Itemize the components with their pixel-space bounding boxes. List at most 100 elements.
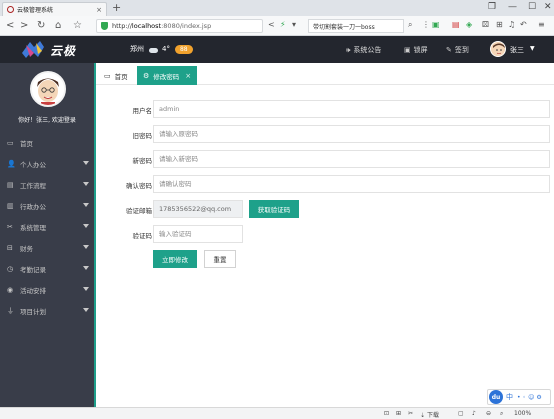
lightning-icon[interactable]: ⚡	[280, 20, 286, 29]
tile-icon[interactable]: ⊞	[396, 410, 401, 417]
zoom-out-icon[interactable]: ⊖	[486, 410, 491, 417]
chevron-down-icon	[83, 203, 89, 207]
weather-temperature: 4°	[162, 45, 170, 53]
avatar-face-icon	[32, 73, 64, 105]
announcement-link[interactable]: 🕪 系统公告	[346, 45, 381, 55]
home-icon: ▭	[104, 71, 111, 80]
url-field[interactable]: http://localhost:8080/index.jsp	[96, 19, 263, 33]
extension-red-icon[interactable]: ▤	[452, 20, 460, 29]
clock-icon: ◷	[7, 264, 14, 273]
browser-tab[interactable]: 云极管理系统 ×	[2, 2, 107, 16]
sidebar-item-project-plan[interactable]: ⏚ 项目计划	[0, 300, 94, 321]
old-password-input[interactable]	[153, 125, 550, 143]
confirm-password-input[interactable]	[153, 175, 550, 193]
avatar[interactable]	[490, 41, 506, 57]
sidebar-item-label: 首页	[20, 139, 33, 148]
ime-toolbar[interactable]: du 中 •◦☺⚙	[487, 389, 551, 405]
bookmark-star-icon[interactable]: ☆	[73, 20, 82, 31]
extension-game-icon[interactable]: ⚄	[482, 20, 489, 29]
tab-change-password[interactable]: ⚙ 修改密码 ×	[137, 66, 198, 85]
old-password-label: 旧密码	[132, 132, 153, 140]
url-path: :8080/index.jsp	[161, 22, 212, 30]
sound-icon[interactable]: ♪	[472, 410, 476, 417]
code-input[interactable]	[153, 225, 243, 243]
page-icon[interactable]: ▢	[458, 410, 464, 417]
checkin-link[interactable]: ✎ 签到	[446, 45, 469, 55]
sidebar-item-attendance[interactable]: ◷ 考勤记录	[0, 258, 94, 279]
chevron-down-icon[interactable]: ▼	[530, 45, 535, 52]
download-label: 下载	[426, 412, 439, 419]
sidebar-item-finance[interactable]: ⊟ 财务	[0, 237, 94, 258]
logo-icon	[22, 41, 44, 58]
sidebar-item-activities[interactable]: ◉ 活动安排	[0, 279, 94, 300]
zoom-in-icon[interactable]: ⌕	[500, 410, 503, 418]
header-username[interactable]: 张三	[510, 45, 524, 55]
home-browser-icon[interactable]: ⌂	[55, 20, 61, 31]
site-favicon-icon	[7, 6, 14, 13]
restore-window-icon[interactable]: ❐	[488, 2, 496, 12]
close-icon[interactable]: ×	[185, 72, 191, 80]
sidebar-item-label: 财务	[20, 244, 33, 253]
sidebar-item-label: 活动安排	[20, 286, 46, 295]
search-icon[interactable]: ⌕	[408, 20, 412, 30]
tab-home[interactable]: ▭ 首页	[98, 66, 134, 85]
lock-screen-link[interactable]: ▣ 锁屏	[404, 45, 428, 55]
main-content: ▭ 首页 ⚙ 修改密码 × 用户名 旧密码 新密码 确认密码 验证邮箱 获取验证…	[94, 63, 554, 407]
username-input[interactable]	[153, 100, 550, 118]
browser-menu-icon[interactable]: ≡	[538, 20, 545, 29]
reload-icon[interactable]: ↻	[37, 20, 45, 31]
close-window-icon[interactable]: ✕	[544, 2, 552, 12]
search-hint: 带切割套装一刀一boss	[313, 23, 375, 31]
reset-button[interactable]: 重置	[204, 250, 236, 268]
sidebar-item-system-management[interactable]: ✂ 系统管理	[0, 216, 94, 237]
menu-dots-icon[interactable]: ⋮	[422, 20, 430, 29]
undo-icon[interactable]: ↶	[520, 20, 527, 29]
url-prefix: http://	[112, 22, 132, 30]
aqi-badge: 88	[174, 44, 193, 54]
sidebar-item-admin-office[interactable]: ▥ 行政办公	[0, 195, 94, 216]
edit-icon: ✎	[446, 46, 452, 54]
sidebar-item-workflow[interactable]: ▤ 工作流程	[0, 174, 94, 195]
monitor-icon: ▭	[7, 138, 14, 147]
sidebar-item-personal-office[interactable]: 👤 个人办公	[0, 153, 94, 174]
share-icon[interactable]: <	[268, 20, 275, 29]
avatar-face-icon	[491, 42, 505, 56]
lock-icon: ▣	[404, 46, 411, 54]
finance-icon: ⊟	[7, 243, 13, 252]
sidebar-item-home[interactable]: ▭ 首页	[0, 132, 94, 153]
minimize-window-icon[interactable]: —	[508, 2, 517, 12]
submit-button[interactable]: 立即修改	[153, 250, 197, 268]
get-code-button[interactable]: 获取验证码	[249, 200, 299, 218]
zoom-level[interactable]: 100%	[514, 410, 531, 417]
sidebar-greeting: 你好！张三, 欢迎登录	[18, 117, 76, 124]
sidebar-avatar	[30, 71, 66, 107]
extension-shield-icon[interactable]: ◈	[466, 20, 472, 29]
back-icon[interactable]: <	[6, 20, 14, 31]
confirm-password-label: 确认密码	[126, 182, 152, 190]
forward-icon[interactable]: >	[20, 20, 28, 31]
sidebar-item-label: 系统管理	[20, 223, 46, 232]
download-link[interactable]: ⇣ 下载	[420, 410, 439, 419]
form-row-code: 验证码	[96, 225, 554, 243]
tab-label: 修改密码	[153, 72, 180, 81]
extension-icon[interactable]: ▣	[432, 20, 440, 29]
secure-shield-icon	[101, 22, 108, 30]
sidebar-item-label: 工作流程	[20, 181, 46, 190]
new-tab-button[interactable]: +	[112, 1, 121, 14]
lock-label: 锁屏	[413, 46, 428, 54]
new-password-input[interactable]	[153, 150, 550, 168]
close-tab-icon[interactable]: ×	[96, 6, 102, 14]
search-box[interactable]: 带切割套装一刀一boss	[308, 19, 404, 33]
ime-tools-icon[interactable]: •◦☺⚙	[517, 394, 544, 401]
grid-apps-icon[interactable]: ⊞	[496, 20, 503, 29]
cut-icon[interactable]: ✂	[408, 410, 413, 417]
ime-mode[interactable]: 中	[506, 392, 513, 402]
maximize-window-icon[interactable]: ☐	[528, 2, 536, 12]
window-icon[interactable]: ⊡	[384, 410, 389, 417]
app-header: 云极 郑州 4° 88 🕪 系统公告 ▣ 锁屏 ✎ 签到 张三 ▼	[0, 36, 554, 63]
audio-icon[interactable]: ♫	[508, 20, 515, 29]
sidebar-item-label: 项目计划	[20, 307, 46, 316]
dropdown-icon[interactable]: ▾	[292, 20, 296, 29]
baidu-ime-icon: du	[489, 390, 503, 404]
email-field[interactable]	[153, 200, 243, 218]
